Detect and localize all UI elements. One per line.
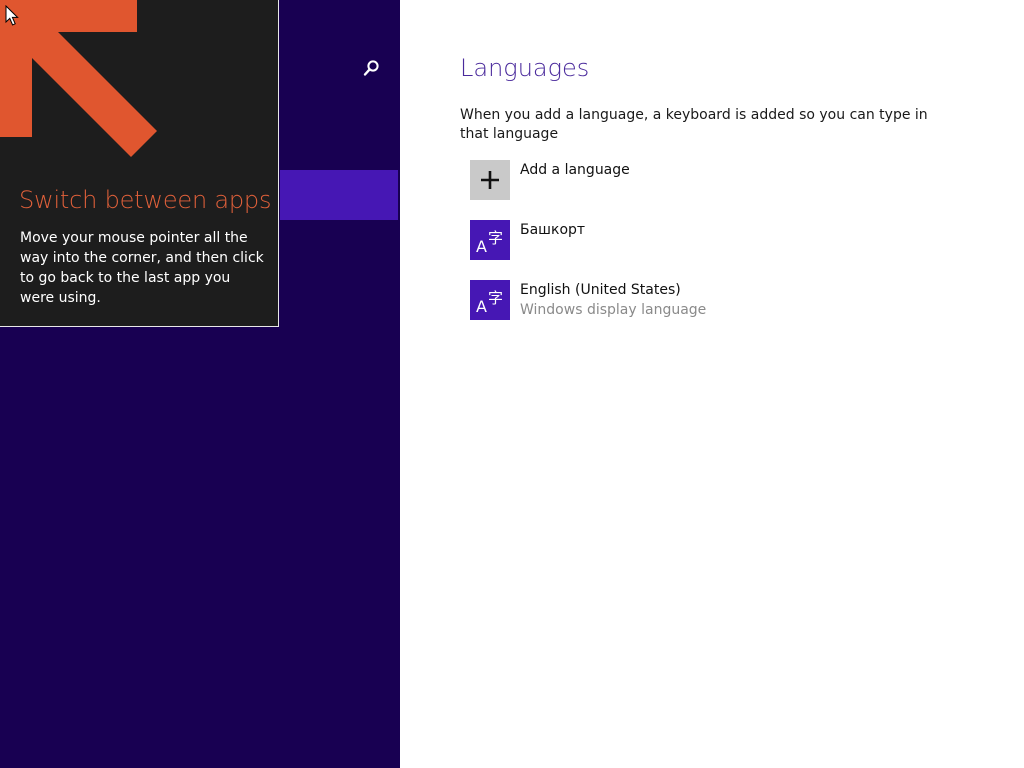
- language-subtitle: Windows display language: [520, 302, 707, 318]
- plus-icon: [481, 171, 499, 189]
- svg-text:A: A: [476, 297, 487, 316]
- switch-apps-tip: Switch between apps Move your mouse poin…: [0, 0, 279, 327]
- language-tile: A 字: [470, 220, 510, 260]
- language-icon: A 字: [476, 289, 503, 316]
- tip-body: Move your mouse pointer all the way into…: [20, 230, 264, 306]
- svg-text:字: 字: [488, 289, 503, 307]
- svg-text:A: A: [476, 237, 487, 256]
- language-tile: A 字: [470, 280, 510, 320]
- language-icon: A 字: [476, 229, 503, 256]
- add-language-label: Add a language: [520, 162, 630, 178]
- language-item-english-us[interactable]: A 字 English (United States) Windows disp…: [470, 280, 920, 322]
- mouse-cursor-icon: [5, 5, 19, 26]
- nav-selected-item[interactable]: [280, 170, 398, 220]
- language-name: English (United States): [520, 282, 681, 298]
- language-item-bashkir[interactable]: A 字 Башкорт: [470, 220, 920, 262]
- arrow-up-left-icon: [0, 0, 157, 157]
- search-button[interactable]: [358, 56, 384, 82]
- language-name: Башкорт: [520, 222, 586, 238]
- page-title: Languages: [460, 54, 590, 82]
- page-description: When you add a language, a keyboard is a…: [460, 107, 928, 142]
- add-language-tile: [470, 160, 510, 200]
- add-language-button[interactable]: Add a language: [470, 160, 920, 202]
- pc-settings-screen: Switch between apps Move your mouse poin…: [0, 0, 1024, 768]
- svg-text:字: 字: [488, 229, 503, 247]
- tip-title: Switch between apps: [19, 186, 272, 214]
- search-icon: [363, 60, 379, 76]
